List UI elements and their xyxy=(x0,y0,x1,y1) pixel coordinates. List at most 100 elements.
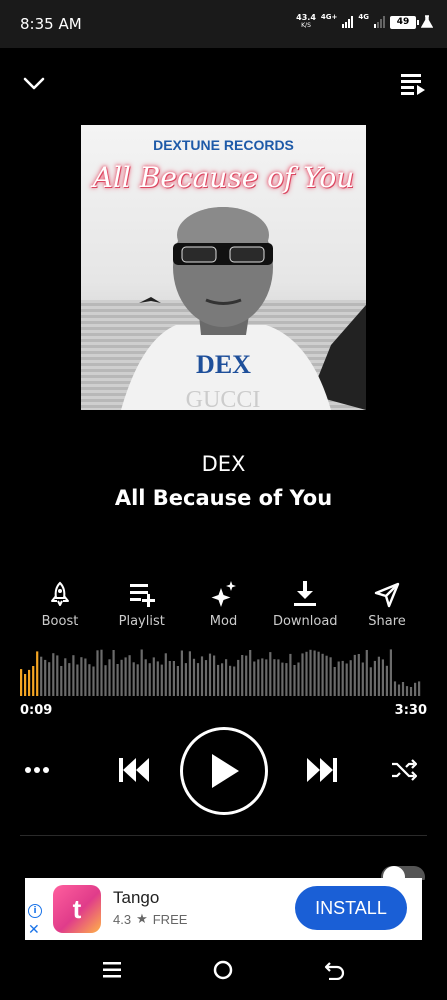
skip-next-icon xyxy=(307,758,337,782)
waveform-bar xyxy=(152,657,155,696)
playlist-button[interactable]: Playlist xyxy=(102,580,182,629)
waveform-bar xyxy=(345,663,348,696)
menu-icon xyxy=(103,962,121,978)
waveform-bar xyxy=(237,659,240,696)
download-icon xyxy=(294,581,317,606)
waveform-bar xyxy=(32,666,35,696)
boost-label: Boost xyxy=(41,614,79,629)
waveform-bar xyxy=(76,664,79,696)
queue-button[interactable] xyxy=(399,70,427,98)
waveform-bar xyxy=(373,660,376,696)
ad-app-logo[interactable]: t xyxy=(53,885,101,933)
previous-button[interactable] xyxy=(116,754,152,786)
waveform-bar xyxy=(229,665,232,696)
waveform-bar xyxy=(257,659,260,696)
send-icon xyxy=(374,582,400,608)
current-time: 0:09 xyxy=(20,703,53,718)
playlist-label: Playlist xyxy=(118,614,165,629)
collapse-button[interactable] xyxy=(22,72,46,96)
waveform-bar xyxy=(140,649,143,696)
waveform-bar xyxy=(148,663,151,696)
back-icon xyxy=(324,962,345,980)
waveform-bar xyxy=(213,655,216,696)
info-icon[interactable]: i xyxy=(28,904,42,918)
waveform-bar xyxy=(208,653,212,696)
boost-button[interactable]: Boost xyxy=(20,580,100,629)
svg-text:GUCCI: GUCCI xyxy=(186,387,261,410)
waveform-bar xyxy=(409,687,413,696)
waveform-bar xyxy=(40,656,43,696)
waveform-bar xyxy=(172,661,175,696)
waveform-bar xyxy=(184,663,187,696)
waveform-bar xyxy=(72,655,75,696)
waveform-bar xyxy=(277,659,280,696)
artist-name[interactable]: DEX xyxy=(0,452,447,476)
waveform-bar xyxy=(401,682,405,696)
waveform-bar xyxy=(156,661,159,696)
shuffle-icon xyxy=(392,759,417,781)
back-button[interactable] xyxy=(323,958,347,982)
waveform-bar xyxy=(192,658,196,696)
ad-app-name[interactable]: Tango xyxy=(113,888,159,908)
waveform-bar xyxy=(293,665,296,696)
waveform-bar xyxy=(36,651,39,696)
waveform-bar xyxy=(48,662,51,696)
more-button[interactable] xyxy=(22,758,52,782)
waveform-bar xyxy=(28,669,31,696)
waveform-bar xyxy=(405,686,409,696)
waveform-bar xyxy=(200,656,204,696)
waveform-bar xyxy=(305,651,308,696)
waveform-bar xyxy=(164,653,167,696)
total-time: 3:30 xyxy=(394,703,427,718)
waveform-bar xyxy=(116,664,119,696)
waveform-bar xyxy=(68,663,71,696)
waveform-bar xyxy=(160,664,163,696)
share-button[interactable]: Share xyxy=(347,580,427,629)
waveform-bar xyxy=(289,653,292,696)
waveform-bar xyxy=(88,664,91,696)
waveform-bar xyxy=(369,667,372,696)
waveform-bar xyxy=(56,655,59,696)
shuffle-button[interactable] xyxy=(390,756,418,784)
waveform-bar xyxy=(301,653,304,696)
status-icons: 43.4 K/S 4G+ 4G 49 xyxy=(296,14,433,30)
divider xyxy=(20,835,427,836)
play-button[interactable] xyxy=(180,727,268,815)
waveform-bar xyxy=(124,657,127,696)
waveform-bar xyxy=(389,649,392,696)
waveform-bar xyxy=(261,658,264,696)
home-button[interactable] xyxy=(211,958,235,982)
song-title: All Because of You xyxy=(114,486,333,510)
waveform-bar xyxy=(393,681,397,696)
recents-button[interactable] xyxy=(100,958,124,982)
waveform-bar xyxy=(313,650,316,696)
signal-icon xyxy=(342,16,354,28)
waveform-bar xyxy=(112,650,115,696)
flask-icon xyxy=(421,15,433,28)
ad-rating: 4.3 xyxy=(113,911,132,927)
install-button[interactable]: INSTALL xyxy=(295,886,407,930)
waveform-seekbar[interactable] xyxy=(20,640,422,696)
net-speed: 43.4 K/S xyxy=(296,13,316,30)
waveform-bar xyxy=(52,653,55,696)
waveform-bar xyxy=(397,684,401,696)
waveform-bar xyxy=(132,662,135,696)
ad-banner[interactable]: i ✕ t Tango 4.3 ★ FREE INSTALL xyxy=(25,878,422,940)
waveform-bar xyxy=(108,659,111,696)
action-row: Boost Playlist Mod Download Share xyxy=(20,580,427,629)
waveform-bar xyxy=(100,649,103,696)
waveform-bar xyxy=(361,662,364,696)
download-button[interactable]: Download xyxy=(265,580,345,629)
status-bar: 8:35 AM 43.4 K/S 4G+ 4G 49 xyxy=(0,0,447,48)
waveform-bar xyxy=(176,666,179,696)
network-type-1: 4G+ xyxy=(320,13,338,21)
waveform-bar xyxy=(329,657,332,696)
waveform-bar xyxy=(64,658,67,696)
next-button[interactable] xyxy=(304,754,340,786)
waveform-bar xyxy=(128,655,131,696)
status-time: 8:35 AM xyxy=(20,15,82,33)
cover-label: DEXTUNE RECORDS xyxy=(153,137,294,153)
close-icon[interactable]: ✕ xyxy=(28,922,40,938)
mod-button[interactable]: Mod xyxy=(184,580,264,629)
star-icon: ★ xyxy=(136,911,148,926)
